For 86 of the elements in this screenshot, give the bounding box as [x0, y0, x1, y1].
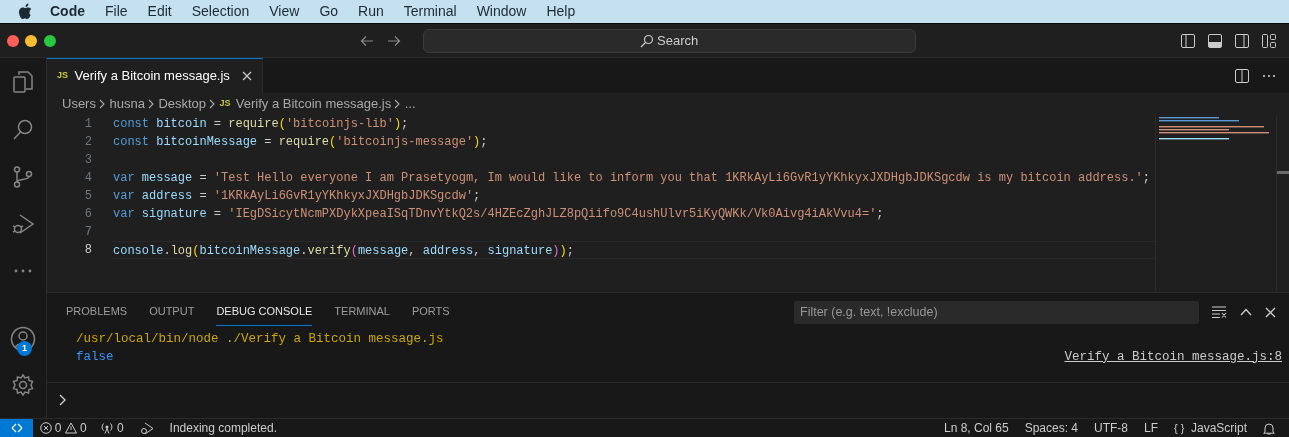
settings-icon[interactable] — [11, 373, 35, 397]
code-line: var address = '1KRkAyLi6GvR1yYKhkyxJXDHgbJDKSgcdw'; — [113, 189, 481, 203]
search-icon[interactable] — [11, 118, 35, 142]
files-icon[interactable] — [11, 70, 35, 94]
bell-icon[interactable] — [1263, 421, 1275, 435]
search-field[interactable]: Search — [422, 28, 916, 53]
broadcast-icon — [99, 422, 114, 434]
breadcrumb-item[interactable]: Desktop — [158, 94, 207, 114]
js-file-icon: JS — [57, 69, 68, 83]
clear-list-icon[interactable] — [1212, 306, 1227, 319]
layout-icon[interactable] — [1262, 33, 1276, 48]
js-file-icon: JS — [219, 97, 231, 111]
breadcrumb-item[interactable]: husna — [109, 94, 145, 114]
search-icon — [639, 33, 654, 48]
menu-item[interactable]: Help — [546, 1, 588, 22]
console-output: /usr/local/bin/node ./Verify a Bitcoin message.js — [76, 330, 444, 348]
ports-status[interactable]: 0 — [99, 419, 124, 437]
line-number: 2 — [83, 134, 93, 151]
line-number: 6 — [83, 206, 93, 223]
notification-count: 1 — [17, 341, 32, 356]
code-line: const bitcoin = require('bitcoinjs-lib'); — [113, 117, 409, 131]
code-line: console.log(bitcoinMessage.verify(message, address, signature)); — [113, 244, 574, 258]
close-icon[interactable] — [1265, 306, 1276, 318]
chevron-right-icon — [209, 99, 217, 109]
chevron-up-icon[interactable] — [1240, 308, 1252, 317]
error-icon — [39, 422, 52, 434]
panel-tab[interactable]: PROBLEMS — [66, 299, 128, 326]
menu-item[interactable]: File — [105, 1, 140, 22]
cursor-position[interactable]: Ln 8, Col 65 — [943, 419, 1009, 437]
line-number: 3 — [83, 152, 93, 169]
breadcrumb-item[interactable]: ... — [404, 94, 416, 114]
filter-field[interactable]: Filter (e.g. text, !exclude) — [794, 300, 1199, 324]
line-number: 4 — [83, 170, 93, 187]
menu-item[interactable]: Edit — [147, 1, 184, 22]
forward-arrow-icon[interactable] — [386, 34, 401, 47]
sidebar-toggle-icon[interactable] — [1181, 33, 1195, 48]
scrollbar-thumb[interactable] — [1277, 171, 1289, 174]
line-number: 8 — [83, 242, 93, 259]
code-line: var message = 'Test Hello everyone I am Prasetyogm, Im would like to inform you that 1KRkAyLi6GvR1yYKhkyxJXDHgbJDKSgcdw is my bitcoin address.'; — [113, 171, 1150, 185]
panel-tab[interactable]: OUTPUT — [149, 299, 195, 326]
app-name[interactable]: Code — [50, 1, 97, 22]
language-mode[interactable]: { } JavaScript — [1174, 419, 1247, 437]
menu-item[interactable]: Go — [319, 1, 351, 22]
source-link[interactable]: Verify a Bitcoin message.js:8 — [1064, 347, 1282, 366]
menu-item[interactable]: Terminal — [403, 1, 469, 22]
back-arrow-icon[interactable] — [359, 34, 374, 47]
panel-tab[interactable]: PORTS — [411, 299, 450, 326]
problems-status[interactable]: 0 0 — [39, 419, 87, 437]
source-control-icon[interactable] — [11, 165, 35, 189]
chevron-right-icon — [148, 99, 156, 109]
editor-tab[interactable]: JS Verify a Bitcoin message.js — [47, 58, 264, 93]
line-number: 7 — [83, 224, 93, 241]
indentation-status[interactable]: Spaces: 4 — [1024, 419, 1079, 437]
encoding-status[interactable]: UTF-8 — [1094, 419, 1129, 437]
window-control-button[interactable] — [6, 34, 19, 47]
chevron-right-icon — [99, 99, 107, 109]
status-message: Indexing completed. — [169, 420, 277, 437]
debug-icon[interactable] — [139, 421, 154, 435]
more-icon[interactable] — [1262, 73, 1276, 78]
menu-item[interactable]: View — [269, 1, 312, 22]
apple-logo-icon — [18, 3, 32, 20]
breadcrumb-item[interactable]: Users — [62, 94, 96, 114]
line-ending-status[interactable]: LF — [1144, 419, 1159, 437]
line-number: 5 — [83, 188, 93, 205]
menu-item[interactable]: Run — [358, 1, 396, 22]
close-icon[interactable] — [242, 71, 253, 81]
chevron-right-icon — [394, 99, 402, 109]
split-editor-icon[interactable] — [1235, 68, 1249, 83]
warning-icon — [64, 422, 77, 434]
breadcrumb-item[interactable]: Verify a Bitcoin message.js — [235, 94, 392, 114]
menu-item[interactable]: Window — [476, 1, 539, 22]
console-output: false — [76, 348, 114, 366]
code-line: var signature = 'IEgDSicytNcmPXDykXpeaISqTDnvYtkQ2s/4HZEcZghJLZ8pQiifo9C4ushUlvr5iKyQWKk/Vk0Aivg4iAkVvu4='; — [113, 207, 884, 221]
window-control-button[interactable] — [43, 34, 56, 47]
panel-tab[interactable]: TERMINAL — [334, 299, 390, 326]
remote-button[interactable] — [0, 418, 33, 437]
run-debug-icon[interactable] — [11, 212, 35, 236]
line-number: 1 — [83, 116, 93, 133]
window-control-button[interactable] — [25, 34, 37, 47]
panel-toggle-icon[interactable] — [1208, 33, 1222, 48]
code-line: const bitcoinMessage = require('bitcoinjs-message'); — [113, 135, 488, 149]
menu-item[interactable]: Selection — [191, 1, 262, 22]
remote-icon — [10, 422, 23, 434]
panel-tab[interactable]: DEBUG CONSOLE — [216, 299, 313, 326]
prompt-chevron-icon[interactable] — [59, 394, 67, 406]
secondary-sidebar-icon[interactable] — [1235, 33, 1249, 48]
